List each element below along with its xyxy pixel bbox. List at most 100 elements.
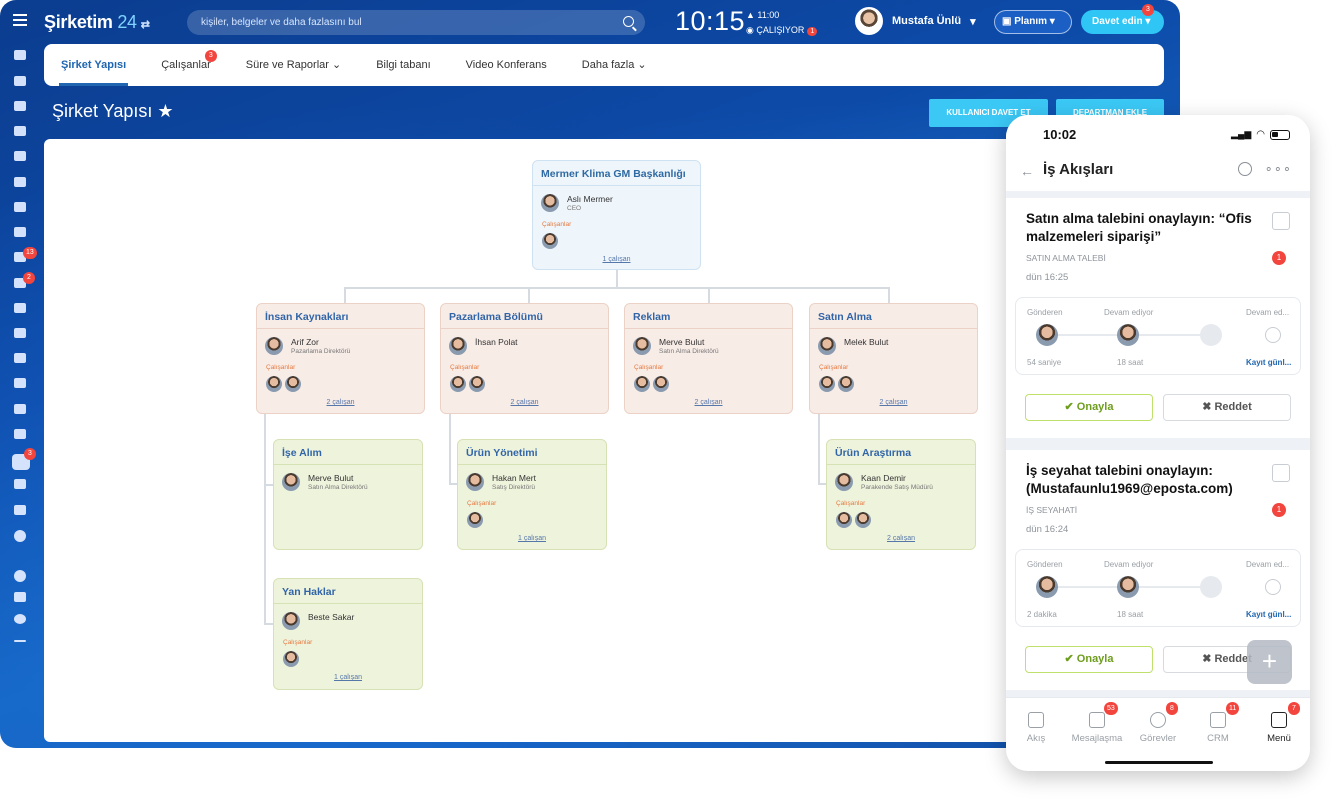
avatar (285, 376, 301, 392)
employee-avatars[interactable] (819, 376, 854, 392)
nav-tasks[interactable]: Görevler (1128, 712, 1188, 744)
employee-count-link[interactable]: 2 çalışan (257, 399, 424, 406)
employees-label: Çalışanlar (266, 364, 296, 371)
employee-count-link[interactable]: 2 çalışan (441, 399, 608, 406)
dept-head[interactable]: Arif Zor Pazarlama Direktörü (265, 337, 350, 356)
logo[interactable]: Şirketim 24 ⇄ (44, 12, 150, 33)
avatar (633, 337, 651, 355)
approve-button[interactable]: ✔ Onayla (1025, 394, 1153, 421)
dept-card-root[interactable]: Mermer Klima GM Başkanlığı Aslı Mermer CE… (532, 160, 701, 270)
employee-count-link[interactable]: 1 çalışan (274, 674, 422, 681)
tab-video-conference[interactable]: Video Konferans (466, 44, 547, 86)
nav-menu[interactable]: Menü (1249, 712, 1309, 744)
sidebar-groups-icon[interactable] (14, 227, 26, 237)
tab-more[interactable]: Daha fazla ⌄ (582, 44, 647, 86)
employee-avatars[interactable] (634, 376, 669, 392)
sidebar-forms-icon[interactable] (14, 378, 26, 388)
sidebar-analytics-icon[interactable] (14, 429, 26, 439)
dept-card-research[interactable]: Ürün Araştırma Kaan Demir Parakende Satış… (826, 439, 976, 550)
dept-head[interactable]: Aslı Mermer CEO (541, 194, 613, 213)
sidebar-feed-icon[interactable] (14, 50, 26, 60)
connector (818, 414, 820, 484)
sidebar-docs-icon[interactable] (14, 151, 26, 161)
approve-button[interactable]: ✔ Onayla (1025, 646, 1153, 673)
dept-card-ads[interactable]: Reklam Merve Bulut Satın Alma Direktörü Ç… (624, 303, 793, 414)
employee-avatars[interactable] (542, 233, 558, 249)
sidebar-drive-icon[interactable] (14, 177, 26, 187)
dept-card-purchasing[interactable]: Satın Alma Melek Bulut Çalışanlar 2 çalı… (809, 303, 978, 414)
employee-count-link[interactable]: 1 çalışan (458, 535, 606, 542)
tab-knowledge-base[interactable]: Bilgi tabanı (376, 44, 430, 86)
sidebar-sign-icon[interactable] (14, 404, 26, 414)
task-card: Satın alma talebini onaylayın: “Ofis mal… (1006, 198, 1310, 438)
sidebar-bot-icon[interactable] (14, 479, 26, 489)
reject-button[interactable]: ✖ Reddet (1163, 394, 1291, 421)
task-title[interactable]: Satın alma talebini onaylayın: “Ofis mal… (1026, 210, 1266, 246)
swap-icon[interactable]: ⇄ (141, 19, 150, 31)
work-status[interactable]: ◉ ÇALIŞIYOR 1 (746, 25, 818, 36)
search-icon[interactable] (623, 16, 634, 27)
tab-time-reports[interactable]: Süre ve Raporlar ⌄ (246, 44, 341, 86)
menu-icon[interactable] (13, 14, 27, 26)
progress-time: 18 saat (1117, 610, 1144, 619)
sidebar-calendar-icon[interactable] (14, 126, 26, 136)
planim-button[interactable]: ▣ Planım ▾ (994, 10, 1072, 34)
employee-count-link[interactable]: 2 çalışan (827, 535, 975, 542)
avatar (466, 473, 484, 491)
employee-avatars[interactable] (283, 651, 299, 667)
add-button[interactable]: + (1247, 640, 1292, 684)
employee-avatars[interactable] (836, 512, 871, 528)
search-input[interactable]: kişiler, belgeler ve daha fazlasını bul (187, 10, 645, 35)
sidebar-company-icon[interactable] (14, 303, 26, 313)
employee-count-link[interactable]: 2 çalışan (810, 399, 977, 406)
dept-head[interactable]: İhsan Polat (449, 337, 518, 355)
task-checkbox[interactable] (1272, 212, 1290, 230)
sidebar-shop-icon[interactable] (14, 353, 26, 363)
dept-head[interactable]: Melek Bulut (818, 337, 888, 355)
employee-count-link[interactable]: 1 çalışan (533, 256, 700, 263)
log-link[interactable]: Kayıt günl... (1246, 610, 1291, 619)
connector (344, 287, 346, 304)
connector (708, 287, 710, 304)
help-icon[interactable] (14, 570, 26, 582)
sidebar-mail-icon[interactable] (14, 202, 26, 212)
gear-icon[interactable] (14, 614, 26, 624)
employee-avatars[interactable] (467, 512, 483, 528)
workflow-progress[interactable]: Gönderen Devam ediyor Devam ed... 54 san… (1015, 297, 1301, 375)
dept-card-benefits[interactable]: Yan Haklar Beste Sakar Çalışanlar 1 çalı… (273, 578, 423, 690)
dept-head[interactable]: Kaan Demir Parakende Satış Müdürü (835, 473, 933, 492)
dept-head[interactable]: Beste Sakar (282, 612, 354, 630)
more-icon[interactable]: ∘∘∘ (1265, 161, 1292, 177)
sidebar-target-icon[interactable] (14, 328, 26, 338)
dept-card-hiring[interactable]: İşe Alım Merve Bulut Satın Alma Direktörü (273, 439, 423, 550)
sidebar-more-icon[interactable] (14, 530, 26, 542)
task-title[interactable]: İş seyahat talebini onaylayın: (Mustafau… (1026, 462, 1266, 498)
sidebar-structure-icon[interactable] (14, 592, 26, 602)
sidebar-news-icon[interactable] (14, 76, 26, 86)
phone-time: 10:02 (1043, 127, 1077, 142)
nav-messenger[interactable]: Mesajlaşma (1067, 712, 1127, 744)
employee-count-link[interactable]: 2 çalışan (625, 399, 792, 406)
back-icon[interactable]: ← (1020, 163, 1034, 179)
nav-crm[interactable]: CRM (1188, 712, 1248, 744)
tab-company-structure[interactable]: Şirket Yapısı (58, 44, 129, 86)
sidebar-box-icon[interactable] (14, 505, 26, 515)
dept-card-product[interactable]: Ürün Yönetimi Hakan Mert Satış Direktörü … (457, 439, 607, 550)
add-icon[interactable] (14, 640, 26, 642)
dept-head[interactable]: Hakan Mert Satış Direktörü (466, 473, 536, 492)
dept-head[interactable]: Merve Bulut Satın Alma Direktörü (282, 473, 368, 492)
workflow-progress[interactable]: Gönderen Devam ediyor Devam ed... 2 daki… (1015, 549, 1301, 627)
tab-employees[interactable]: Çalışanlar 3 (161, 44, 217, 86)
dept-card-marketing[interactable]: Pazarlama Bölümü İhsan Polat Çalışanlar … (440, 303, 609, 414)
sidebar-chat-icon[interactable] (14, 101, 26, 111)
dept-card-hr[interactable]: İnsan Kaynakları Arif Zor Pazarlama Direk… (256, 303, 425, 414)
task-checkbox[interactable] (1272, 464, 1290, 482)
alarm-time[interactable]: ▲ 11:00 (746, 10, 779, 20)
employee-avatars[interactable] (266, 376, 301, 392)
user-menu[interactable]: Mustafa Ünlü ▾ (855, 7, 976, 35)
employee-avatars[interactable] (450, 376, 485, 392)
log-link[interactable]: Kayıt günl... (1246, 358, 1291, 367)
dept-head[interactable]: Merve Bulut Satın Alma Direktörü (633, 337, 719, 356)
nav-feed[interactable]: Akış (1006, 712, 1066, 744)
search-icon[interactable] (1238, 162, 1252, 176)
